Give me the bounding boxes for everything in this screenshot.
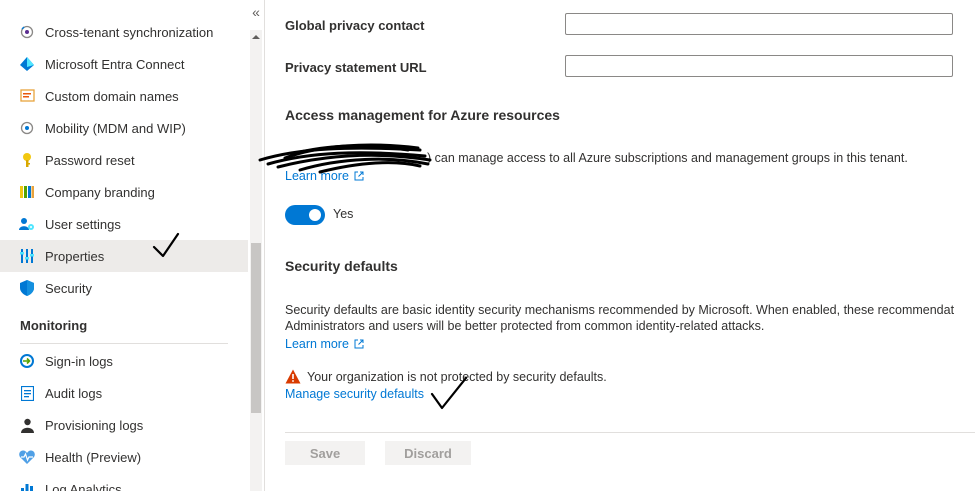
learn-more-label: Learn more [285,169,349,183]
sidebar-item-label: Password reset [45,152,135,168]
sidebar-nav: Cross-tenant synchronization Microsoft E… [0,0,248,491]
sidebar-item-log-analytics[interactable]: Log Analytics [0,473,248,491]
provisioning-logs-icon [19,417,35,433]
security-defaults-heading: Security defaults [285,258,398,274]
collapse-sidebar-button[interactable]: « [248,4,264,20]
section-divider [20,343,228,344]
sidebar-item-label: Custom domain names [45,88,179,104]
sidebar-item-sign-in-logs[interactable]: Sign-in logs [0,345,248,377]
entra-connect-icon [19,56,35,72]
save-button[interactable]: Save [285,441,365,465]
security-defaults-description-line2: Administrators and users will be better … [285,319,765,333]
sign-in-logs-icon [19,353,35,369]
access-management-description: ) can manage access to all Azure subscri… [427,151,908,165]
warning-text: Your organization is not protected by se… [307,370,607,384]
sidebar-item-audit-logs[interactable]: Audit logs [0,377,248,409]
access-management-toggle[interactable] [285,205,325,225]
privacy-statement-url-label: Privacy statement URL [285,60,427,75]
user-settings-icon [19,216,35,232]
sidebar-item-label: Audit logs [45,385,103,401]
security-defaults-description-line1: Security defaults are basic identity sec… [285,303,955,317]
scrollbar-thumb[interactable] [251,243,261,413]
sidebar-item-company-branding[interactable]: Company branding [0,176,248,208]
sidebar-item-label: Mobility (MDM and WIP) [45,120,186,136]
access-management-learn-more-link[interactable]: Learn more [285,169,364,183]
global-privacy-contact-label: Global privacy contact [285,18,425,33]
sidebar-item-label: Health (Preview) [45,449,142,465]
sidebar-item-provisioning-logs[interactable]: Provisioning logs [0,409,248,441]
sidebar-item-health-preview[interactable]: Health (Preview) [0,441,248,473]
sidebar-item-label: Security [45,280,92,296]
log-analytics-icon [19,481,35,491]
sidebar-item-cross-tenant-synchronization[interactable]: Cross-tenant synchronization [0,16,248,48]
sidebar-item-label: Cross-tenant synchronization [45,24,214,40]
external-link-icon [354,339,364,349]
monitoring-section-header: Monitoring [20,318,88,333]
sidebar-item-label: Company branding [45,184,155,200]
sidebar-item-label: Log Analytics [45,481,122,491]
mobility-icon [19,120,35,136]
properties-icon [19,248,35,264]
sidebar-item-user-settings[interactable]: User settings [0,208,248,240]
security-defaults-warning: Your organization is not protected by se… [285,369,607,385]
learn-more-label: Learn more [285,337,349,351]
sidebar-item-label: Sign-in logs [45,353,113,369]
external-link-icon [354,171,364,181]
sidebar-item-label: Properties [45,248,105,264]
scroll-up-arrow-icon[interactable] [251,30,261,42]
custom-domain-icon [19,88,35,104]
access-management-heading: Access management for Azure resources [285,107,560,123]
redaction-scribble [258,143,432,174]
warning-icon [285,369,301,385]
shield-icon [19,280,35,296]
sidebar-item-label: User settings [45,216,121,232]
branding-icon [19,184,35,200]
sidebar-item-properties[interactable]: Properties [0,240,248,272]
sidebar-item-microsoft-entra-connect[interactable]: Microsoft Entra Connect [0,48,248,80]
privacy-statement-url-input[interactable] [565,55,953,77]
manage-security-defaults-link[interactable]: Manage security defaults [285,387,424,401]
sidebar-item-label: Microsoft Entra Connect [45,56,185,72]
sidebar-item-label: Provisioning logs [45,417,144,433]
toggle-label: Yes [333,207,354,221]
global-privacy-contact-input[interactable] [565,13,953,35]
audit-logs-icon [19,385,35,401]
sidebar-item-custom-domain-names[interactable]: Custom domain names [0,80,248,112]
sidebar-item-mobility[interactable]: Mobility (MDM and WIP) [0,112,248,144]
footer-divider [285,432,975,433]
discard-button[interactable]: Discard [385,441,471,465]
health-icon [19,449,35,465]
toggle-knob [309,209,321,221]
cross-tenant-sync-icon [19,24,35,40]
key-icon [19,152,35,168]
security-defaults-learn-more-link[interactable]: Learn more [285,337,364,351]
sidebar-item-security[interactable]: Security [0,272,248,304]
pane-divider [264,0,265,491]
sidebar-item-password-reset[interactable]: Password reset [0,144,248,176]
